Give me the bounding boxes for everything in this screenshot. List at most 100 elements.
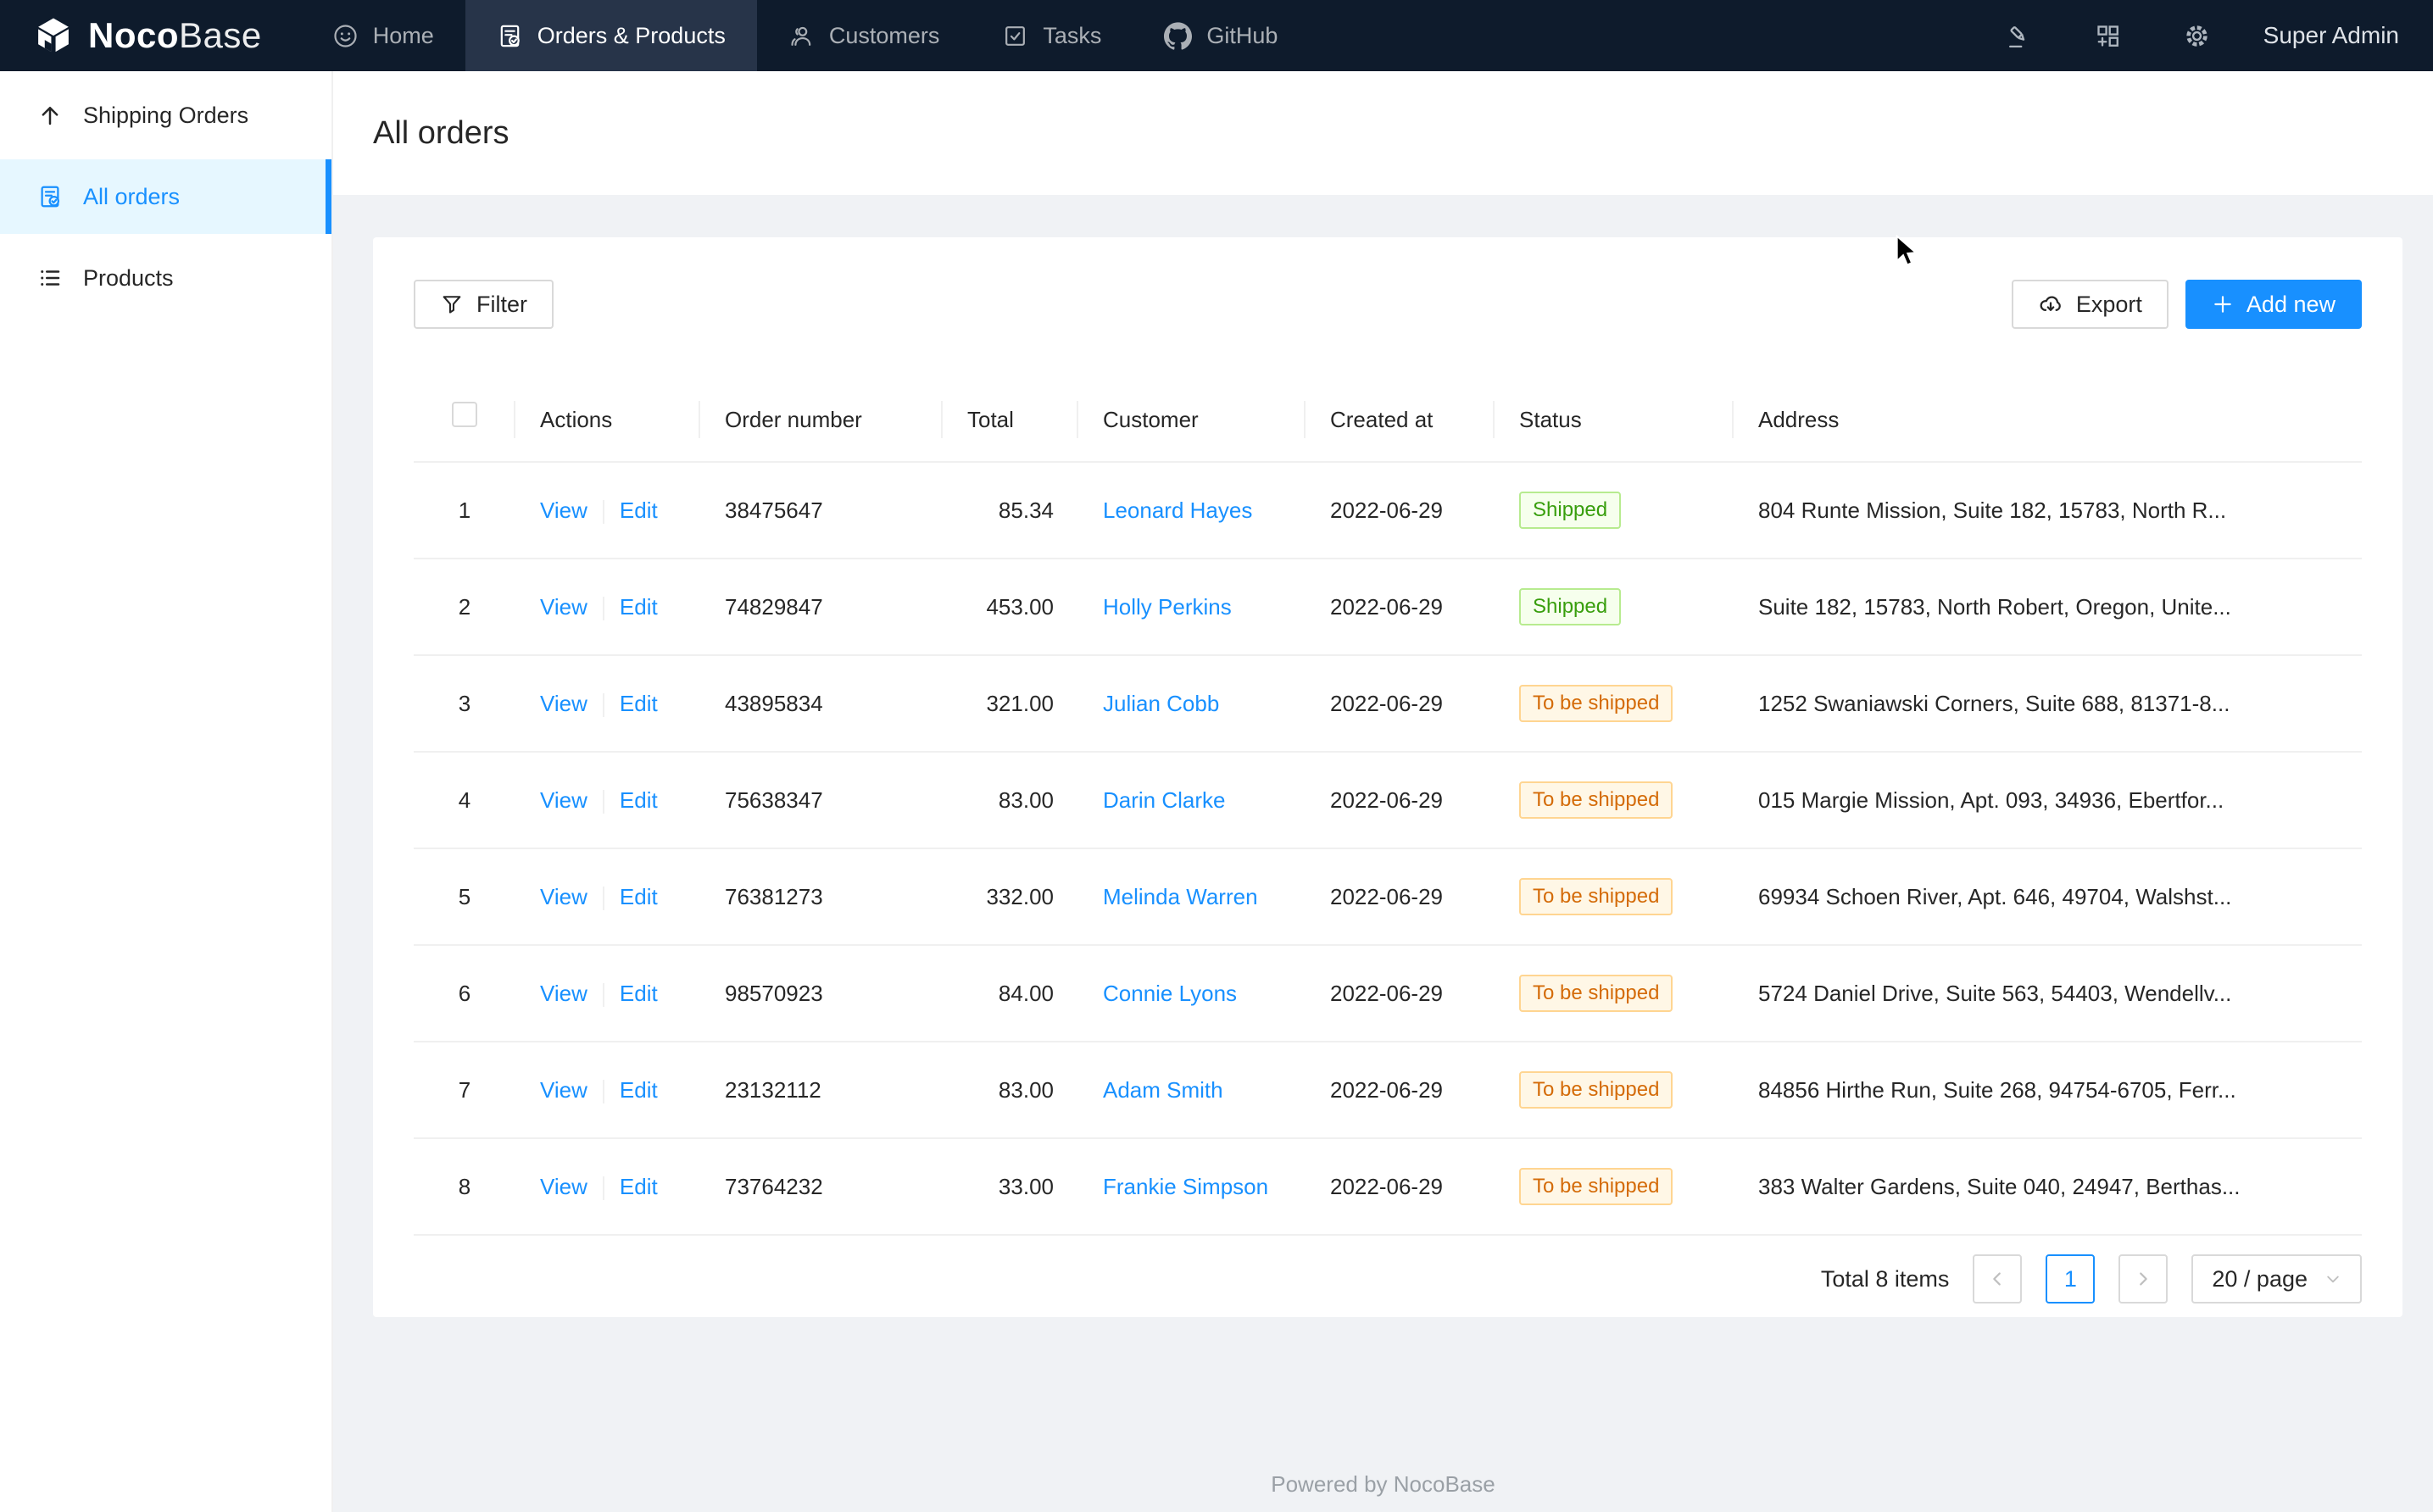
view-link[interactable]: View — [540, 691, 587, 716]
total-cell: 453.00 — [943, 559, 1078, 655]
nav-tab-label: Tasks — [1043, 23, 1101, 49]
orders-table: Actions Order number Total Customer Crea… — [414, 377, 2362, 1236]
edit-link[interactable]: Edit — [620, 787, 658, 813]
user-menu[interactable]: Super Admin — [2241, 0, 2433, 71]
action-divider — [603, 597, 604, 620]
next-page-button[interactable] — [2118, 1254, 2168, 1304]
action-divider — [603, 887, 604, 910]
table-row: 8 ViewEdit 73764232 33.00 Frankie Simpso… — [414, 1138, 2362, 1235]
row-actions-cell: View Edit — [515, 848, 700, 945]
column-header-total: Total — [943, 377, 1078, 462]
view-link[interactable]: View — [540, 594, 587, 620]
edit-link[interactable]: Edit — [620, 594, 658, 620]
main-area: All orders Filter Export — [333, 71, 2433, 1512]
order-number-cell: 38475647 — [700, 462, 943, 559]
edit-link[interactable]: Edit — [620, 1174, 658, 1199]
page-1-button[interactable]: 1 — [2046, 1254, 2095, 1304]
nav-tab-orders-products[interactable]: Orders & Products — [465, 0, 757, 71]
navbar-right: Super Admin — [1974, 0, 2433, 71]
page-size-select[interactable]: 20 / page — [2191, 1254, 2362, 1304]
view-link[interactable]: View — [540, 1077, 587, 1103]
created-at-cell: 2022-06-29 — [1306, 848, 1495, 945]
highlighter-icon — [2005, 22, 2033, 50]
mouse-cursor — [1893, 235, 1924, 269]
status-cell: To be shipped — [1495, 655, 1734, 752]
top-navbar: NocoBase Home Orders & Products — [0, 0, 2433, 71]
view-link[interactable]: View — [540, 787, 587, 813]
row-actions-cell: View Edit — [515, 462, 700, 559]
status-badge: To be shipped — [1519, 1071, 1673, 1109]
toolbar: Filter Export Add new — [414, 280, 2362, 329]
file-done-icon — [37, 184, 63, 209]
address-cell: Suite 182, 15783, North Robert, Oregon, … — [1734, 559, 2362, 655]
total-cell: 83.00 — [943, 1042, 1078, 1138]
sidebar-item-products[interactable]: Products — [0, 241, 331, 315]
cloud-download-icon — [2038, 292, 2063, 317]
nav-tab-tasks[interactable]: Tasks — [971, 0, 1133, 71]
nav-tab-home[interactable]: Home — [301, 0, 465, 71]
page-title: All orders — [373, 115, 509, 152]
table-body: 1 ViewEdit 38475647 85.34 Leonard Hayes … — [414, 462, 2362, 1235]
page-header: All orders — [333, 71, 2433, 195]
nav-tab-github[interactable]: GitHub — [1133, 0, 1309, 71]
order-number-cell: 43895834 — [700, 655, 943, 752]
select-all-checkbox[interactable] — [452, 402, 477, 427]
plugin-manager-button[interactable] — [2063, 0, 2152, 71]
status-cell: To be shipped — [1495, 752, 1734, 848]
check-square-icon — [1002, 23, 1028, 49]
view-link[interactable]: View — [540, 981, 587, 1006]
edit-link[interactable]: Edit — [620, 1077, 658, 1103]
row-index: 2 — [414, 559, 515, 655]
row-index: 8 — [414, 1138, 515, 1235]
table-row: 4 ViewEdit 75638347 83.00 Darin Clarke 2… — [414, 752, 2362, 848]
sidebar-item-all-orders[interactable]: All orders — [0, 159, 331, 234]
customer-link[interactable]: Holly Perkins — [1103, 594, 1232, 620]
chevron-left-icon — [1988, 1270, 2007, 1288]
customer-cell: Holly Perkins — [1078, 559, 1306, 655]
nav-tab-customers[interactable]: Customers — [757, 0, 972, 71]
settings-button[interactable] — [2152, 0, 2241, 71]
edit-link[interactable]: Edit — [620, 981, 658, 1006]
chevron-down-icon — [2324, 1270, 2341, 1287]
filter-button[interactable]: Filter — [414, 280, 554, 329]
ui-editor-button[interactable] — [1974, 0, 2063, 71]
customer-link[interactable]: Leonard Hayes — [1103, 498, 1252, 523]
customer-cell: Leonard Hayes — [1078, 462, 1306, 559]
created-at-cell: 2022-06-29 — [1306, 462, 1495, 559]
customer-link[interactable]: Frankie Simpson — [1103, 1174, 1268, 1199]
customer-link[interactable]: Connie Lyons — [1103, 981, 1237, 1006]
address-cell: 1252 Swaniawski Corners, Suite 688, 8137… — [1734, 655, 2362, 752]
total-cell: 33.00 — [943, 1138, 1078, 1235]
created-at-cell: 2022-06-29 — [1306, 655, 1495, 752]
sidebar-item-shipping-orders[interactable]: Shipping Orders — [0, 78, 331, 153]
pagination-total: Total 8 items — [1821, 1266, 1950, 1292]
customer-link[interactable]: Melinda Warren — [1103, 884, 1258, 909]
column-header-address: Address — [1734, 377, 2362, 462]
column-header-status: Status — [1495, 377, 1734, 462]
table-row: 3 ViewEdit 43895834 321.00 Julian Cobb 2… — [414, 655, 2362, 752]
edit-link[interactable]: Edit — [620, 884, 658, 909]
action-divider — [603, 1176, 604, 1200]
sidebar: Shipping Orders All orders Products — [0, 71, 333, 1512]
previous-page-button[interactable] — [1973, 1254, 2022, 1304]
customer-link[interactable]: Adam Smith — [1103, 1077, 1223, 1103]
add-new-button[interactable]: Add new — [2185, 280, 2362, 329]
view-link[interactable]: View — [540, 498, 587, 523]
customer-link[interactable]: Julian Cobb — [1103, 691, 1219, 716]
team-icon — [788, 23, 815, 49]
order-number-cell: 23132112 — [700, 1042, 943, 1138]
edit-link[interactable]: Edit — [620, 498, 658, 523]
github-icon — [1164, 22, 1192, 50]
row-index: 4 — [414, 752, 515, 848]
view-link[interactable]: View — [540, 884, 587, 909]
smile-icon — [332, 23, 359, 49]
edit-link[interactable]: Edit — [620, 691, 658, 716]
status-cell: To be shipped — [1495, 1042, 1734, 1138]
address-cell: 5724 Daniel Drive, Suite 563, 54403, Wen… — [1734, 945, 2362, 1042]
app-logo[interactable]: NocoBase — [0, 0, 301, 71]
address-cell: 015 Margie Mission, Apt. 093, 34936, Ebe… — [1734, 752, 2362, 848]
customer-link[interactable]: Darin Clarke — [1103, 787, 1226, 813]
page-footer: Powered by NocoBase — [333, 1471, 2433, 1498]
export-button[interactable]: Export — [2012, 280, 2169, 329]
view-link[interactable]: View — [540, 1174, 587, 1199]
